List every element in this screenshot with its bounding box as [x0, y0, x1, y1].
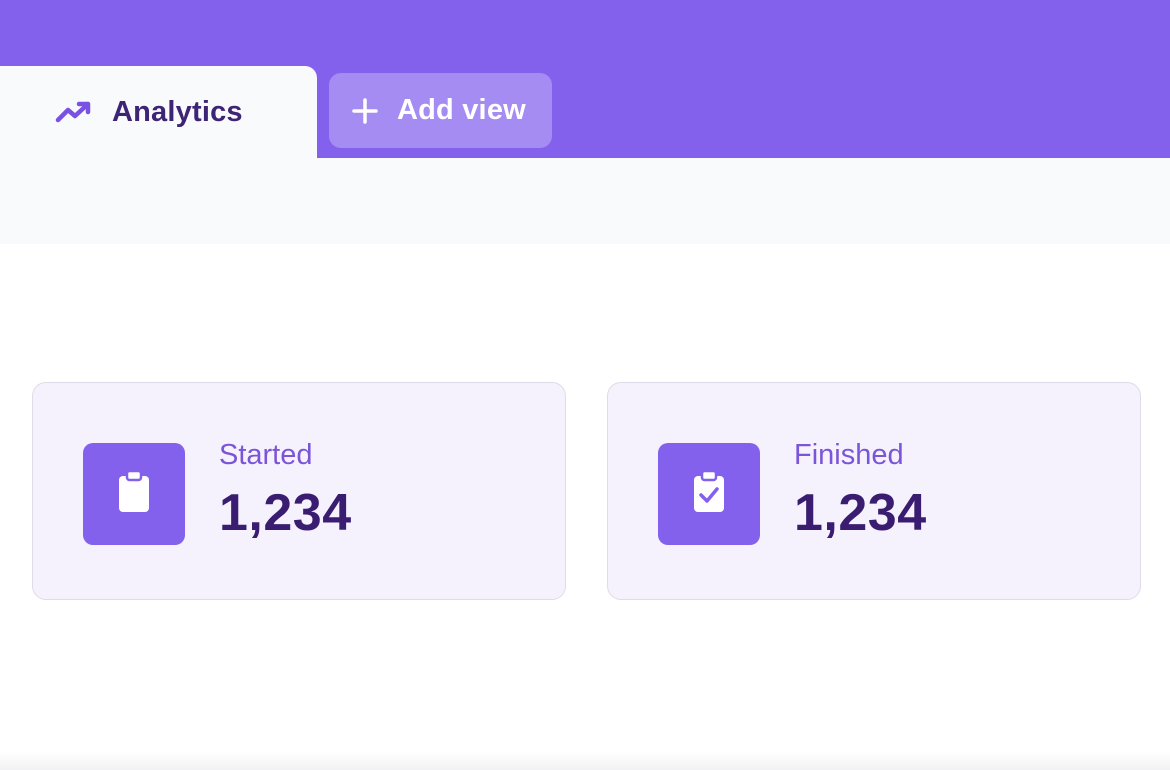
tab-analytics[interactable]: Analytics [0, 66, 317, 162]
stat-value: 1,234 [219, 484, 352, 542]
stat-icon-badge [83, 443, 185, 545]
page-divider [0, 752, 1170, 770]
trending-up-icon [55, 97, 93, 127]
tab-analytics-label: Analytics [112, 95, 243, 128]
add-view-button[interactable]: Add view [329, 73, 552, 148]
add-view-label: Add view [397, 94, 526, 126]
stat-value: 1,234 [794, 484, 927, 542]
clipboard-icon [117, 469, 151, 519]
plus-icon [351, 97, 379, 125]
stat-card-started: Started 1,234 [32, 382, 566, 600]
stat-title: Started [219, 439, 313, 471]
stat-icon-badge [658, 443, 760, 545]
sub-toolbar [0, 158, 1170, 244]
stat-card-finished: Finished 1,234 [607, 382, 1141, 600]
stat-title: Finished [794, 439, 904, 471]
clipboard-check-icon [692, 469, 726, 519]
